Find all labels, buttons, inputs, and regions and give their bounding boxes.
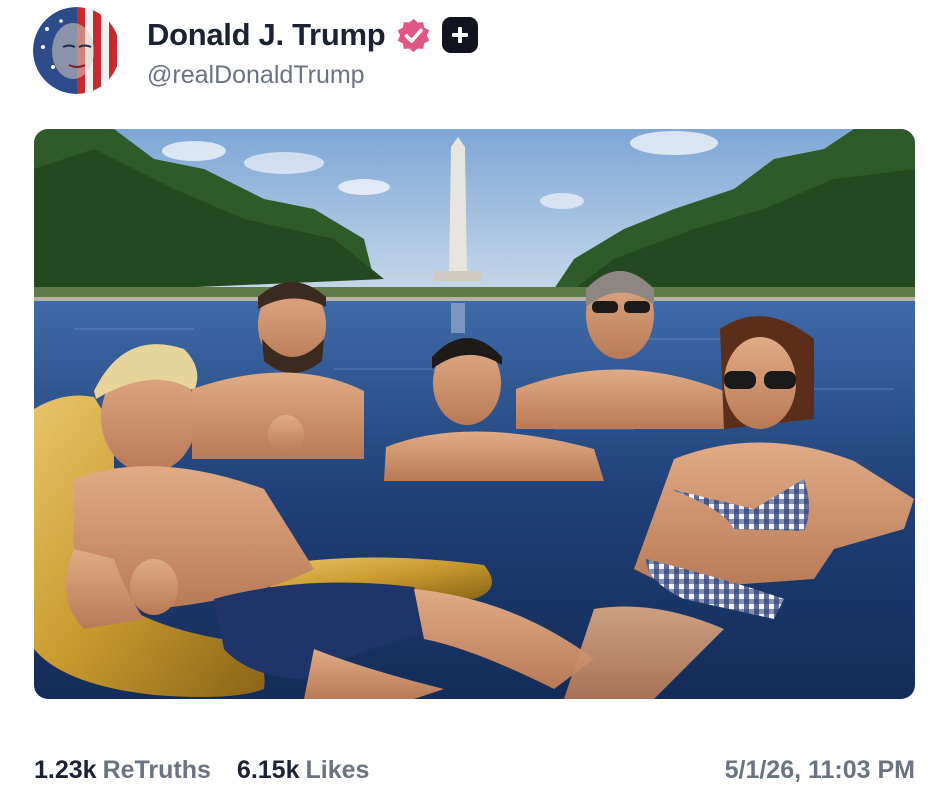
author-name-row: Donald J. Trump xyxy=(147,15,479,55)
author-display-name[interactable]: Donald J. Trump xyxy=(147,17,386,53)
post-timestamp[interactable]: 5/1/26, 11:03 PM xyxy=(725,756,915,785)
plus-icon xyxy=(452,27,469,43)
verified-badge-icon xyxy=(398,18,430,52)
avatar-image xyxy=(33,7,120,94)
likes-stat[interactable]: 6.15k Likes xyxy=(237,756,370,785)
photo-image xyxy=(34,129,915,699)
retruths-stat[interactable]: 1.23k ReTruths xyxy=(34,756,211,785)
post-photo[interactable] xyxy=(34,129,915,699)
retruths-label: ReTruths xyxy=(102,755,211,784)
post-header: Donald J. Trump @realDonaldTrump xyxy=(33,7,913,97)
plus-badge-icon xyxy=(442,17,479,53)
likes-label: Likes xyxy=(305,755,370,784)
author-avatar[interactable] xyxy=(33,7,120,94)
post-footer: 1.23k ReTruths 6.15k Likes 5/1/26, 11:03… xyxy=(34,750,915,790)
likes-count: 6.15k xyxy=(236,755,300,784)
retruths-count: 1.23k xyxy=(34,755,97,784)
author-handle[interactable]: @realDonaldTrump xyxy=(147,61,365,90)
